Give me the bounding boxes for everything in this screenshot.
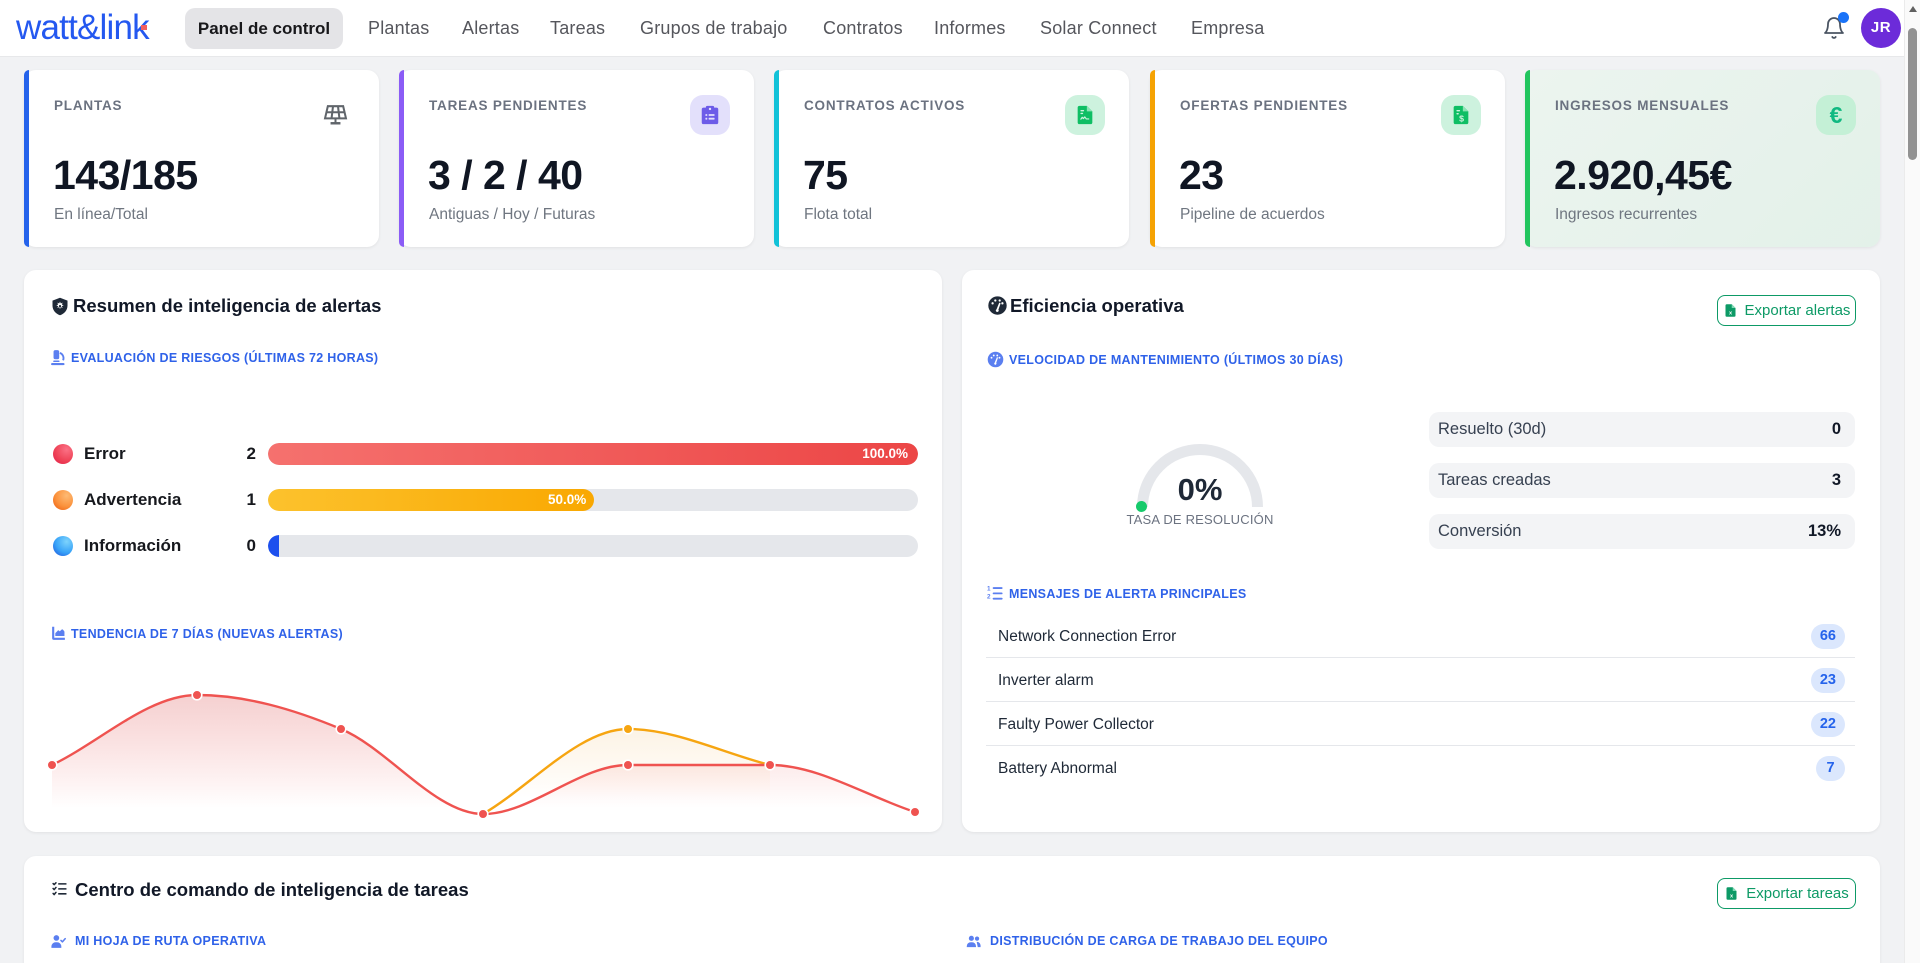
svg-text:2: 2	[987, 593, 991, 600]
svg-text:$: $	[1459, 113, 1464, 123]
svg-text:1: 1	[987, 586, 991, 593]
